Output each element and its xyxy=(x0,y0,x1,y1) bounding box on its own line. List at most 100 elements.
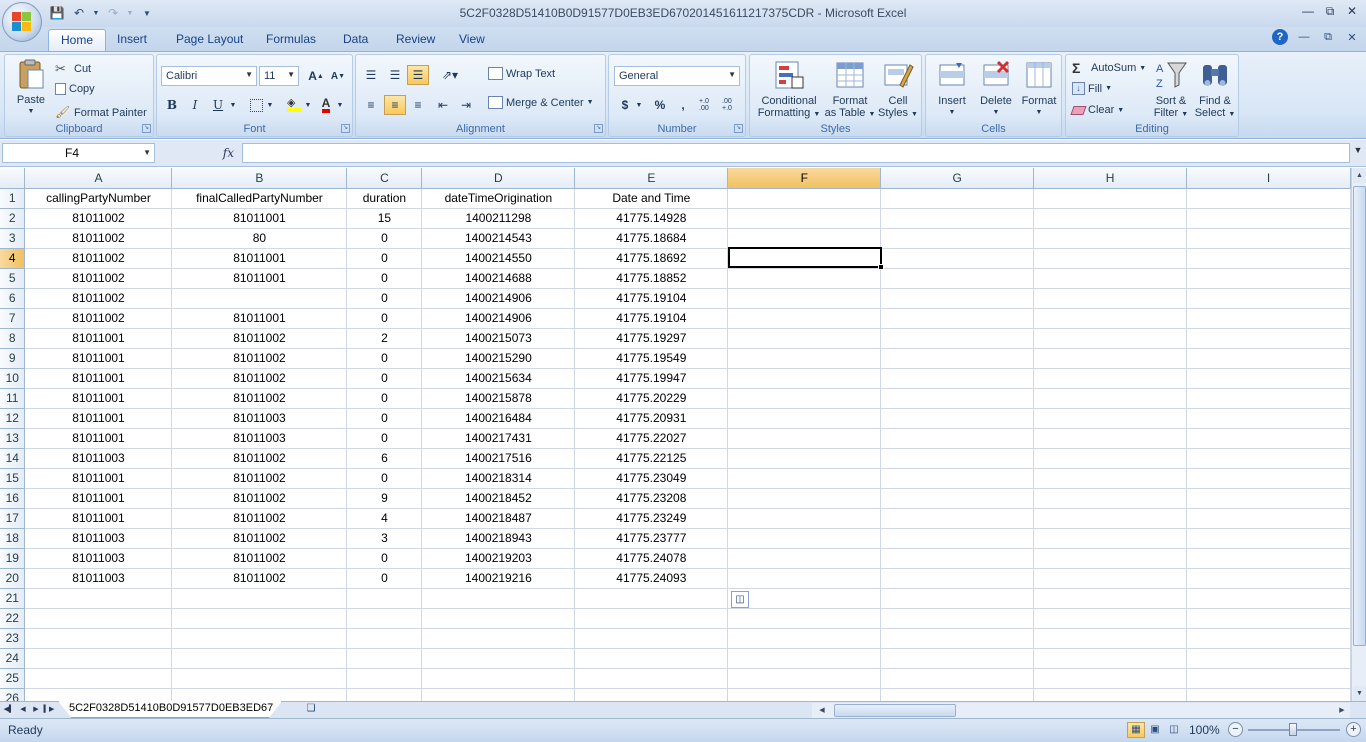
cell-f6[interactable] xyxy=(727,288,882,309)
cell-b16[interactable]: 81011002 xyxy=(171,488,348,509)
row-header[interactable]: 23 xyxy=(0,628,26,649)
cell-b19[interactable]: 81011002 xyxy=(171,548,348,569)
cell-g12[interactable] xyxy=(880,408,1035,429)
cell-d5[interactable]: 1400214688 xyxy=(421,268,576,289)
cell-d25[interactable] xyxy=(421,668,576,689)
cell-e17[interactable]: 41775.23249 xyxy=(574,508,729,529)
cell-i2[interactable] xyxy=(1186,208,1351,229)
cell-i23[interactable] xyxy=(1186,628,1351,649)
cell-h26[interactable] xyxy=(1033,688,1188,701)
vertical-scrollbar[interactable]: ▲ ▼ xyxy=(1351,168,1366,701)
align-middle-button[interactable]: ☰ xyxy=(384,65,406,85)
cell-g17[interactable] xyxy=(880,508,1035,529)
row-header[interactable]: 15 xyxy=(0,468,26,489)
column-header-e[interactable]: E xyxy=(574,168,729,189)
cell-c23[interactable] xyxy=(346,628,423,649)
cell-d10[interactable]: 1400215634 xyxy=(421,368,576,389)
cell-i17[interactable] xyxy=(1186,508,1351,529)
cell-h2[interactable] xyxy=(1033,208,1188,229)
column-header-c[interactable]: C xyxy=(346,168,423,189)
cell-e23[interactable] xyxy=(574,628,729,649)
tab-view[interactable]: View xyxy=(447,29,497,51)
cell-g18[interactable] xyxy=(880,528,1035,549)
cell-i22[interactable] xyxy=(1186,608,1351,629)
cell-b20[interactable]: 81011002 xyxy=(171,568,348,589)
cell-a16[interactable]: 81011001 xyxy=(24,488,173,509)
column-header-i[interactable]: I xyxy=(1186,168,1351,189)
cell-e12[interactable]: 41775.20931 xyxy=(574,408,729,429)
prev-sheet-icon[interactable]: ◀ xyxy=(17,704,29,716)
cell-e25[interactable] xyxy=(574,668,729,689)
cell-d18[interactable]: 1400218943 xyxy=(421,528,576,549)
cell-e21[interactable] xyxy=(574,588,729,609)
scroll-up-icon[interactable]: ▲ xyxy=(1353,168,1366,183)
cell-e15[interactable]: 41775.23049 xyxy=(574,468,729,489)
cell-b5[interactable]: 81011001 xyxy=(171,268,348,289)
font-size-combo[interactable]: 11 ▼ xyxy=(259,66,299,86)
cell-h12[interactable] xyxy=(1033,408,1188,429)
cell-i10[interactable] xyxy=(1186,368,1351,389)
cell-d12[interactable]: 1400216484 xyxy=(421,408,576,429)
align-center-button[interactable]: ≡ xyxy=(384,95,406,115)
cell-c4[interactable]: 0 xyxy=(346,248,423,269)
cell-f20[interactable] xyxy=(727,568,882,589)
cell-d13[interactable]: 1400217431 xyxy=(421,428,576,449)
cell-a5[interactable]: 81011002 xyxy=(24,268,173,289)
cell-b1[interactable]: finalCalledPartyNumber xyxy=(171,188,348,209)
paste-options-icon[interactable]: ◫ xyxy=(731,591,749,608)
horizontal-scrollbar[interactable]: ◀ ▶ xyxy=(812,703,1350,718)
cell-c1[interactable]: duration xyxy=(346,188,423,209)
cell-g24[interactable] xyxy=(880,648,1035,669)
decrease-decimal-button[interactable]: .00 +.0 xyxy=(721,95,743,115)
cell-f15[interactable] xyxy=(727,468,882,489)
cell-e9[interactable]: 41775.19549 xyxy=(574,348,729,369)
column-header-f[interactable]: F xyxy=(727,168,882,189)
cell-b18[interactable]: 81011002 xyxy=(171,528,348,549)
cell-g13[interactable] xyxy=(880,428,1035,449)
cell-i20[interactable] xyxy=(1186,568,1351,589)
cell-b10[interactable]: 81011002 xyxy=(171,368,348,389)
row-header[interactable]: 26 xyxy=(0,688,26,701)
cell-h23[interactable] xyxy=(1033,628,1188,649)
cell-d15[interactable]: 1400218314 xyxy=(421,468,576,489)
cell-g11[interactable] xyxy=(880,388,1035,409)
cell-i7[interactable] xyxy=(1186,308,1351,329)
cell-b21[interactable] xyxy=(171,588,348,609)
cell-h19[interactable] xyxy=(1033,548,1188,569)
cell-b9[interactable]: 81011002 xyxy=(171,348,348,369)
currency-button[interactable]: $ xyxy=(614,95,636,115)
cell-f19[interactable] xyxy=(727,548,882,569)
cell-h15[interactable] xyxy=(1033,468,1188,489)
cell-e10[interactable]: 41775.19947 xyxy=(574,368,729,389)
sheet-tab[interactable]: 5C2F0328D51410B0D91577D0EB3ED67 xyxy=(58,701,283,718)
workbook-close-icon[interactable]: ✕ xyxy=(1344,29,1360,45)
formula-input[interactable] xyxy=(242,143,1350,163)
cell-i21[interactable] xyxy=(1186,588,1351,609)
column-header-a[interactable]: A xyxy=(24,168,173,189)
row-header[interactable]: 8 xyxy=(0,328,26,349)
row-header[interactable]: 21 xyxy=(0,588,26,609)
cell-a13[interactable]: 81011001 xyxy=(24,428,173,449)
column-header-b[interactable]: B xyxy=(171,168,348,189)
cell-d17[interactable]: 1400218487 xyxy=(421,508,576,529)
wrap-text-button[interactable]: Wrap Text xyxy=(488,67,555,80)
cell-i16[interactable] xyxy=(1186,488,1351,509)
row-header[interactable]: 12 xyxy=(0,408,26,429)
cell-h7[interactable] xyxy=(1033,308,1188,329)
cell-a21[interactable] xyxy=(24,588,173,609)
help-icon[interactable]: ? xyxy=(1272,29,1288,45)
cell-d21[interactable] xyxy=(421,588,576,609)
cell-c15[interactable]: 0 xyxy=(346,468,423,489)
cell-f24[interactable] xyxy=(727,648,882,669)
cell-f2[interactable] xyxy=(727,208,882,229)
cell-a9[interactable]: 81011001 xyxy=(24,348,173,369)
cell-b2[interactable]: 81011001 xyxy=(171,208,348,229)
cell-c26[interactable] xyxy=(346,688,423,701)
ribbon-restore-icon[interactable]: ⧉ xyxy=(1320,29,1336,45)
cell-g23[interactable] xyxy=(880,628,1035,649)
cell-d11[interactable]: 1400215878 xyxy=(421,388,576,409)
cell-d9[interactable]: 1400215290 xyxy=(421,348,576,369)
row-header[interactable]: 5 xyxy=(0,268,26,289)
cell-c10[interactable]: 0 xyxy=(346,368,423,389)
cell-a11[interactable]: 81011001 xyxy=(24,388,173,409)
